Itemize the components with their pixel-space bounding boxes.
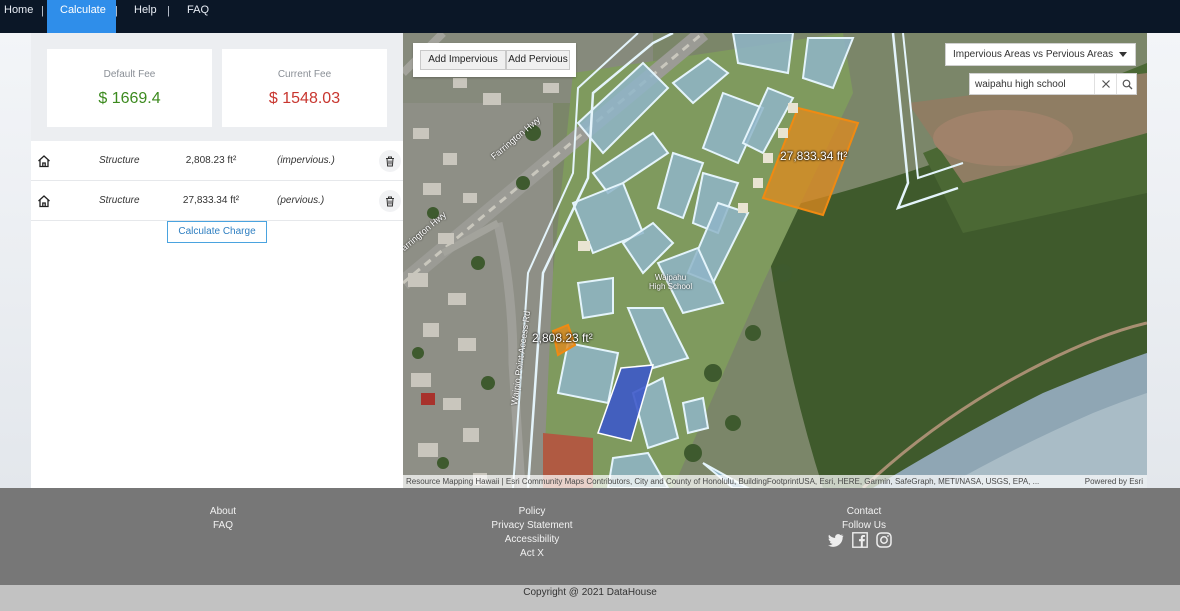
nav-separator: | (167, 5, 170, 17)
calculation-panel: Default Fee $ 1669.4 Current Fee $ 1548.… (31, 33, 403, 488)
page-gutter-right (1147, 33, 1180, 488)
home-icon (37, 154, 51, 168)
layer-select-value: Impervious Areas vs Pervious Areas (953, 49, 1114, 60)
delete-structure-button[interactable] (379, 150, 401, 172)
delete-structure-button[interactable] (379, 190, 401, 212)
footer-accessibility-link[interactable]: Accessibility (452, 533, 612, 547)
map-attribution: Resource Mapping Hawaii | Esri Community… (403, 475, 1147, 488)
add-area-toolbar: Add Impervious Add Pervious (413, 43, 576, 77)
footer-contact-link[interactable]: Contact (784, 505, 944, 519)
instagram-icon[interactable] (876, 532, 892, 548)
default-fee-label: Default Fee (103, 69, 156, 80)
social-links (828, 532, 892, 548)
attribution-text: Resource Mapping Hawaii | Esri Community… (406, 477, 1040, 486)
top-navigation: Home | Calculate | Help | FAQ (0, 0, 1180, 33)
current-fee-label: Current Fee (277, 69, 332, 80)
twitter-icon[interactable] (828, 532, 844, 548)
default-fee-card: Default Fee $ 1669.4 (47, 49, 212, 127)
structure-kind: (pervious.) (277, 195, 325, 206)
nav-separator: | (115, 5, 118, 17)
clear-search-button[interactable] (1094, 74, 1116, 94)
powered-by-esri[interactable]: Powered by Esri (1085, 475, 1143, 488)
school-label-line: Waipahu (654, 273, 687, 282)
structure-type: Structure (99, 155, 140, 166)
site-footer: About FAQ Policy Privacy Statement Acces… (0, 488, 1180, 585)
nav-separator: | (41, 5, 44, 17)
footer-follow-label: Follow Us (842, 520, 886, 531)
facebook-icon[interactable] (852, 532, 868, 548)
default-fee-value: $ 1669.4 (98, 90, 161, 107)
nav-calculate[interactable]: Calculate (47, 0, 116, 33)
footer-faq-link[interactable]: FAQ (143, 519, 303, 533)
fee-summary: Default Fee $ 1669.4 Current Fee $ 1548.… (31, 33, 403, 141)
school-label: Waipahu High School (649, 273, 692, 291)
footer-column-policy: Policy Privacy Statement Accessibility A… (452, 505, 612, 561)
structure-area: 27,833.34 ft² (182, 195, 240, 206)
trash-icon (386, 156, 394, 166)
add-impervious-button[interactable]: Add Impervious (420, 50, 506, 70)
impervious-area-label: 2,808.23 ft² (532, 331, 593, 345)
footer-actx-link[interactable]: Act X (452, 547, 612, 561)
structure-kind: (impervious.) (277, 155, 335, 166)
satellite-basemap[interactable] (403, 33, 1147, 488)
nav-home[interactable]: Home (4, 4, 33, 16)
layer-select[interactable]: Impervious Areas vs Pervious Areas (945, 43, 1136, 66)
copyright-bar: Copyright @ 2021 DataHouse (0, 585, 1180, 611)
nav-help[interactable]: Help (134, 4, 157, 16)
trash-icon (386, 196, 394, 206)
calculate-charge-button[interactable]: Calculate Charge (167, 221, 267, 243)
caret-down-icon (1119, 52, 1127, 57)
page-gutter-left (0, 33, 31, 488)
pervious-area-label: 27,833.34 ft² (780, 149, 848, 163)
footer-column-contact: Contact Follow Us (784, 505, 944, 533)
close-icon (1101, 80, 1110, 88)
nav-calculate-label: Calculate (60, 4, 106, 16)
map-search (969, 73, 1137, 95)
footer-privacy-link[interactable]: Privacy Statement (452, 519, 612, 533)
home-icon (37, 194, 51, 208)
search-input[interactable] (970, 74, 1093, 94)
current-fee-card: Current Fee $ 1548.03 (222, 49, 387, 127)
structure-area: 2,808.23 ft² (185, 155, 237, 166)
footer-about-link[interactable]: About (143, 505, 303, 519)
structure-row: Structure 2,808.23 ft² (impervious.) (31, 141, 403, 181)
search-icon (1122, 79, 1132, 89)
search-button[interactable] (1116, 74, 1137, 94)
copyright-text: Copyright @ 2021 DataHouse (523, 587, 657, 598)
nav-faq[interactable]: FAQ (187, 4, 209, 16)
structure-row: Structure 27,833.34 ft² (pervious.) (31, 181, 403, 221)
structure-type: Structure (99, 195, 140, 206)
current-fee-value: $ 1548.03 (268, 90, 341, 107)
school-label-line: High School (649, 282, 693, 291)
footer-policy-link[interactable]: Policy (452, 505, 612, 519)
footer-column-about: About FAQ (143, 505, 303, 533)
add-pervious-button[interactable]: Add Pervious (506, 50, 570, 70)
map-view[interactable]: Farrington Hwy Farrington Hwy Waipio Poi… (403, 33, 1147, 488)
